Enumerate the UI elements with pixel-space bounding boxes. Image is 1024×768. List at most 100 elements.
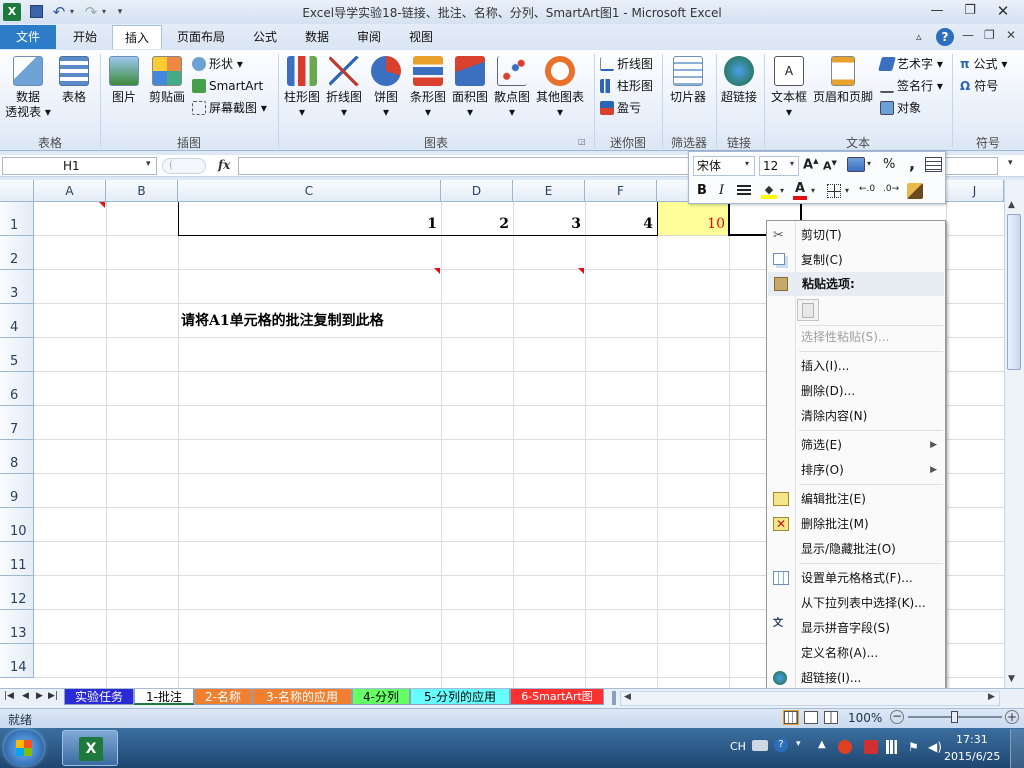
- horizontal-scrollbar[interactable]: [620, 691, 1000, 706]
- normal-view-icon[interactable]: [783, 710, 799, 725]
- tab-home[interactable]: 开始: [60, 25, 110, 49]
- insert-function-icon[interactable]: fx: [218, 158, 230, 172]
- row-header-7[interactable]: 7: [0, 406, 34, 440]
- bold-icon[interactable]: B: [697, 183, 707, 198]
- menu-item-edit-comment[interactable]: 编辑批注(E): [767, 487, 945, 511]
- menu-item-hyperlink[interactable]: 超链接(I)...: [767, 666, 945, 690]
- sheet-tab-split[interactable]: 4-分列: [352, 689, 410, 705]
- symbol-button[interactable]: Ω 符号: [960, 77, 998, 95]
- tab-split-handle[interactable]: [612, 691, 616, 705]
- column-header-e[interactable]: E: [513, 180, 585, 202]
- row-header-1[interactable]: 1: [0, 202, 34, 236]
- first-sheet-nav-icon[interactable]: |◀: [4, 691, 14, 701]
- percent-style-icon[interactable]: %: [883, 157, 895, 172]
- slicer-button[interactable]: 切片器: [666, 56, 710, 105]
- flag-tray-icon[interactable]: ⚑: [908, 740, 919, 754]
- fill-color-dropdown-icon[interactable]: ▾: [780, 186, 784, 195]
- select-all-corner[interactable]: [0, 180, 34, 202]
- shapes-button[interactable]: 形状 ▾: [192, 55, 243, 73]
- menu-item-show-hide-comment[interactable]: 显示/隐藏批注(O): [767, 537, 945, 561]
- row-header-14[interactable]: 14: [0, 644, 34, 678]
- column-chart-button[interactable]: 柱形图 ▾: [282, 56, 322, 120]
- shrink-font-icon[interactable]: A▼: [823, 159, 837, 173]
- file-tab[interactable]: 文件: [0, 25, 56, 49]
- minimize-button[interactable]: —: [922, 0, 952, 22]
- column-header-d[interactable]: D: [441, 180, 513, 202]
- close-button[interactable]: ✕: [988, 0, 1018, 22]
- zoom-level[interactable]: 100%: [848, 711, 882, 725]
- sheet-tab-tasks[interactable]: 实验任务: [64, 689, 134, 705]
- column-header-b[interactable]: B: [106, 180, 178, 202]
- windows-start-icon[interactable]: [4, 730, 44, 766]
- formula-expand-icon[interactable]: (: [162, 158, 206, 174]
- row-header-11[interactable]: 11: [0, 542, 34, 576]
- zoom-in-icon[interactable]: +: [1005, 710, 1019, 724]
- page-layout-view-icon[interactable]: [804, 711, 818, 724]
- network-tray-icon[interactable]: [864, 740, 878, 754]
- scatter-chart-button[interactable]: 散点图 ▾: [492, 56, 532, 120]
- row-header-9[interactable]: 9: [0, 474, 34, 508]
- fill-color-icon[interactable]: ◆: [761, 183, 777, 199]
- sparkline-winloss-button[interactable]: 盈亏: [600, 99, 641, 117]
- signal-tray-icon[interactable]: [886, 740, 900, 754]
- tab-page-layout[interactable]: 页面布局: [166, 25, 236, 49]
- tab-data[interactable]: 数据: [292, 25, 342, 49]
- row-header-2[interactable]: 2: [0, 236, 34, 270]
- clock-time[interactable]: 17:31: [956, 733, 988, 746]
- format-painter-icon[interactable]: [907, 183, 923, 199]
- clipart-button[interactable]: 剪贴画: [146, 56, 188, 105]
- comma-style-icon[interactable]: ,: [909, 154, 915, 173]
- sheet-tab-smartart[interactable]: 6-SmartArt图: [510, 689, 604, 705]
- name-box-dropdown-icon[interactable]: ▾: [146, 159, 151, 169]
- restore-button[interactable]: ❐: [955, 0, 985, 22]
- row-header-5[interactable]: 5: [0, 338, 34, 372]
- sparkline-column-button[interactable]: 柱形图: [600, 77, 653, 95]
- sheet-tab-comments[interactable]: 1-批注: [134, 689, 194, 705]
- menu-item-paste-special[interactable]: 选择性粘贴(S)...: [767, 325, 945, 349]
- grow-font-icon[interactable]: A▲: [803, 157, 818, 172]
- area-chart-button[interactable]: 面积图 ▾: [450, 56, 490, 120]
- menu-item-clear-contents[interactable]: 清除内容(N): [767, 404, 945, 428]
- next-sheet-nav-icon[interactable]: ▶: [36, 691, 43, 701]
- workbook-restore-icon[interactable]: ❐: [984, 28, 995, 42]
- screenshot-button[interactable]: 屏幕截图 ▾: [192, 99, 267, 117]
- menu-item-cut[interactable]: ✂ 剪切(T): [767, 223, 945, 247]
- cell-c1[interactable]: 1: [180, 216, 437, 232]
- cell-f1[interactable]: 4: [587, 216, 653, 232]
- clock-date[interactable]: 2015/6/25: [944, 750, 1000, 763]
- center-align-icon[interactable]: [737, 185, 751, 197]
- security-tray-icon[interactable]: [838, 740, 852, 754]
- row-header-6[interactable]: 6: [0, 372, 34, 406]
- bar-chart-button[interactable]: 条形图 ▾: [408, 56, 448, 120]
- taskbar-excel-button[interactable]: X: [62, 730, 118, 766]
- column-header-a[interactable]: A: [34, 180, 106, 202]
- tray-options-icon[interactable]: ▾: [796, 739, 801, 749]
- input-language[interactable]: CH: [730, 740, 746, 753]
- cell-g1[interactable]: 10: [659, 216, 725, 232]
- cell-c4[interactable]: 请将A1单元格的批注复制到此格: [181, 310, 384, 330]
- paste-default-button[interactable]: [797, 299, 819, 321]
- formula-bar-expand-icon[interactable]: ▾: [1008, 158, 1013, 168]
- menu-item-sort[interactable]: 排序(O) ▶: [767, 458, 945, 482]
- last-sheet-nav-icon[interactable]: ▶|: [48, 691, 58, 701]
- column-header-c[interactable]: C: [178, 180, 441, 202]
- menu-item-define-name[interactable]: 定义名称(A)...: [767, 641, 945, 665]
- workbook-close-icon[interactable]: ✕: [1006, 28, 1016, 42]
- page-break-view-icon[interactable]: [824, 711, 838, 724]
- column-header-f[interactable]: F: [585, 180, 657, 202]
- wordart-button[interactable]: 艺术字 ▾: [878, 55, 943, 73]
- keyboard-icon[interactable]: [752, 740, 768, 751]
- scroll-down-icon[interactable]: ▼: [1008, 674, 1015, 684]
- row-header-3[interactable]: 3: [0, 270, 34, 304]
- volume-tray-icon[interactable]: ◀): [928, 740, 942, 754]
- sheet-tab-names-app[interactable]: 3-名称的应用: [252, 689, 352, 705]
- menu-item-copy[interactable]: 复制(C): [767, 248, 945, 272]
- sparkline-line-button[interactable]: 折线图: [600, 55, 653, 73]
- help-tray-icon[interactable]: ?: [774, 738, 788, 752]
- font-name-dropdown-icon[interactable]: ▾: [745, 159, 749, 168]
- zoom-out-icon[interactable]: −: [890, 710, 904, 724]
- smartart-button[interactable]: SmartArt: [192, 77, 263, 95]
- picture-button[interactable]: 图片: [104, 56, 144, 105]
- column-header-j[interactable]: J: [946, 180, 1004, 202]
- decrease-decimal-icon[interactable]: .0→: [883, 184, 899, 194]
